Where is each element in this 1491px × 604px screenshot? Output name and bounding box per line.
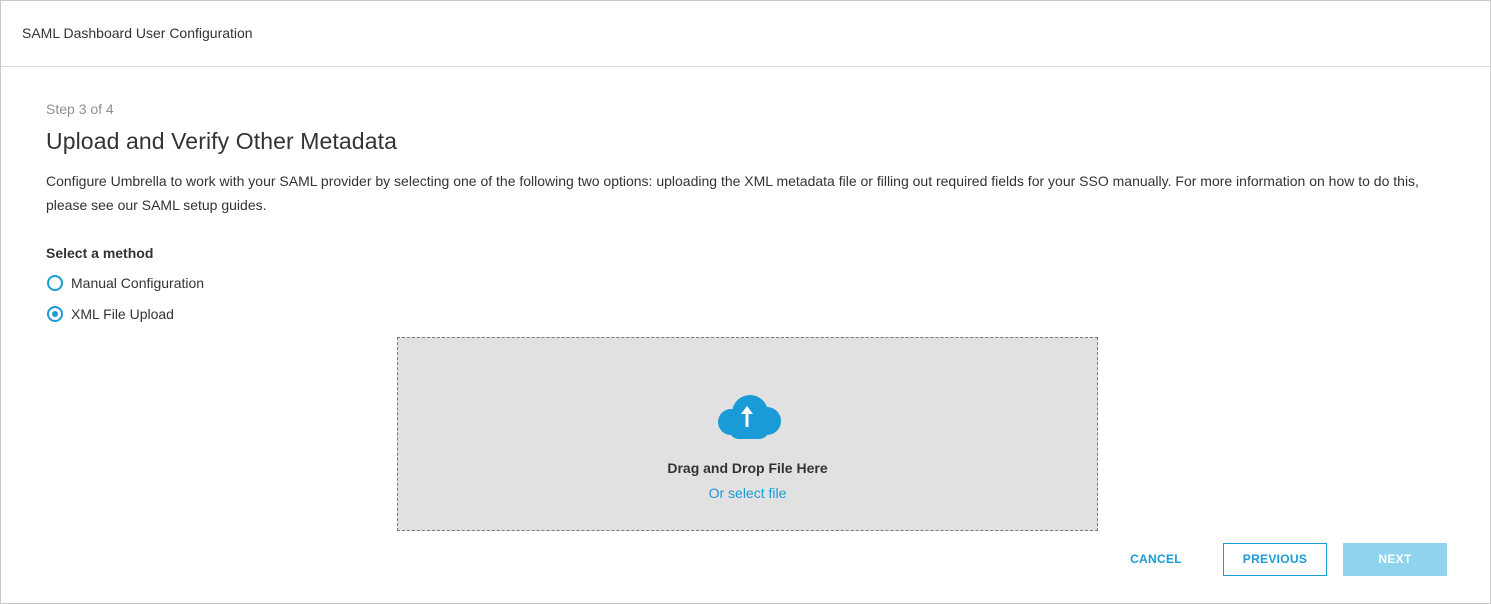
page-title: Upload and Verify Other Metadata bbox=[46, 128, 397, 154]
radio-manual-configuration[interactable]: Manual Configuration bbox=[47, 275, 204, 291]
step-indicator: Step 3 of 4 bbox=[46, 101, 114, 117]
radio-button-unchecked[interactable] bbox=[47, 275, 63, 291]
radio-xml-file-upload[interactable]: XML File Upload bbox=[47, 306, 174, 322]
previous-button[interactable]: PREVIOUS bbox=[1223, 543, 1327, 576]
file-dropzone[interactable]: Drag and Drop File Here Or select file bbox=[397, 337, 1098, 531]
radio-label: XML File Upload bbox=[71, 306, 174, 322]
dialog-header: SAML Dashboard User Configuration bbox=[1, 1, 1490, 67]
radio-label: Manual Configuration bbox=[71, 275, 205, 291]
saml-config-dialog: SAML Dashboard User Configuration Step 3… bbox=[0, 0, 1491, 604]
select-file-link[interactable]: Or select file bbox=[709, 485, 787, 501]
dropzone-title: Drag and Drop File Here bbox=[667, 460, 828, 476]
method-label: Select a method bbox=[46, 245, 154, 261]
cancel-button[interactable]: CANCEL bbox=[1117, 543, 1195, 575]
select-file-link-row: Or select file bbox=[398, 485, 1097, 501]
radio-button-checked[interactable] bbox=[47, 306, 63, 322]
dialog-title: SAML Dashboard User Configuration bbox=[22, 24, 253, 41]
next-button[interactable]: NEXT bbox=[1343, 543, 1447, 576]
cloud-upload-icon bbox=[718, 395, 781, 439]
page-description: Configure Umbrella to work with your SAM… bbox=[46, 173, 1419, 213]
